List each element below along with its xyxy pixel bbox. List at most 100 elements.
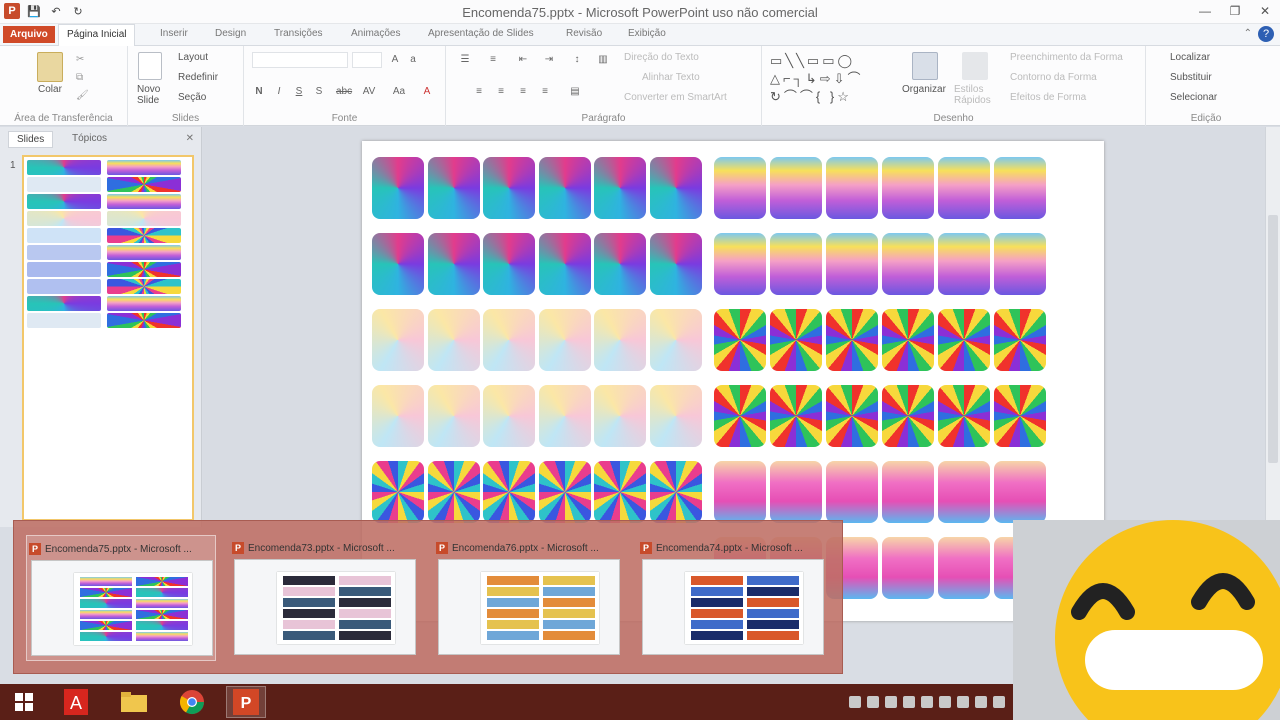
tile-left[interactable]	[483, 385, 535, 447]
font-color-icon[interactable]: A	[420, 86, 434, 98]
tile-right[interactable]	[938, 157, 990, 219]
tab-review[interactable]: Revisão	[566, 28, 602, 39]
tab-design[interactable]: Design	[215, 28, 246, 39]
tile-right[interactable]	[714, 157, 766, 219]
spacing-icon[interactable]: AV	[362, 86, 376, 98]
tile-left[interactable]	[538, 233, 591, 295]
tile-right[interactable]	[994, 309, 1046, 371]
tile-right[interactable]	[994, 233, 1046, 295]
tile-right[interactable]	[994, 157, 1046, 219]
arrange-button[interactable]: Organizar	[902, 84, 946, 95]
tab-file[interactable]: Arquivo	[3, 26, 55, 43]
section-button[interactable]: Seção	[178, 92, 206, 103]
tile-right[interactable]	[938, 385, 990, 447]
tile-right[interactable]	[826, 309, 878, 371]
tray-icon-7[interactable]	[957, 696, 969, 708]
tile-left[interactable]	[427, 385, 480, 447]
tray-icon-5[interactable]	[921, 696, 933, 708]
tile-left[interactable]	[483, 233, 535, 295]
change-case-icon[interactable]: Aa	[392, 86, 406, 98]
tab-slideshow[interactable]: Apresentação de Slides	[428, 28, 534, 39]
align-center-icon[interactable]: ≡	[494, 86, 508, 98]
tile-right[interactable]	[770, 461, 822, 523]
tab-home[interactable]: Página Inicial	[58, 24, 136, 47]
tile-left[interactable]	[427, 233, 480, 295]
tile-left[interactable]	[594, 461, 646, 523]
shadow-icon[interactable]: S	[312, 86, 326, 98]
tile-left[interactable]	[427, 461, 480, 523]
select-button[interactable]: Selecionar	[1170, 92, 1217, 103]
find-button[interactable]: Localizar	[1170, 52, 1210, 63]
tile-right[interactable]	[938, 309, 990, 371]
window-preview-2[interactable]: P Encomenda73.pptx - Microsoft ...	[230, 535, 420, 661]
tray-icon-8[interactable]	[975, 696, 987, 708]
increase-indent-icon[interactable]: ⇥	[542, 54, 556, 66]
window-preview-4[interactable]: P Encomenda74.pptx - Microsoft ...	[638, 535, 828, 661]
tile-right[interactable]	[882, 309, 934, 371]
chrome-icon[interactable]	[172, 686, 212, 718]
decrease-indent-icon[interactable]: ⇤	[516, 54, 530, 66]
smartart-button[interactable]: Converter em SmartArt	[624, 92, 727, 103]
tile-right[interactable]	[938, 461, 990, 523]
folder-icon[interactable]	[114, 686, 154, 718]
window-preview-1[interactable]: P Encomenda75.pptx - Microsoft ...	[26, 535, 216, 661]
tile-left[interactable]	[538, 309, 591, 371]
tile-right[interactable]	[770, 309, 822, 371]
adobe-icon[interactable]: A	[56, 686, 96, 718]
tray-icon-2[interactable]	[867, 696, 879, 708]
tile-right[interactable]	[994, 385, 1046, 447]
tile-left[interactable]	[483, 157, 535, 219]
tile-right[interactable]	[826, 385, 878, 447]
tray-icon-6[interactable]	[939, 696, 951, 708]
quick-styles-button[interactable]: Estilos Rápidos	[954, 84, 994, 106]
tile-right[interactable]	[882, 461, 934, 523]
tile-left[interactable]	[649, 309, 702, 371]
tile-left[interactable]	[372, 309, 424, 371]
tile-left[interactable]	[594, 157, 646, 219]
tile-right[interactable]	[826, 157, 878, 219]
bold-icon[interactable]: N	[252, 86, 266, 98]
tray-icon-9[interactable]	[993, 696, 1005, 708]
format-painter-icon[interactable]: 🖌	[76, 90, 89, 101]
tile-right[interactable]	[770, 385, 822, 447]
tab-slides[interactable]: Slides	[8, 131, 54, 148]
tile-right[interactable]	[714, 309, 766, 371]
tile-left[interactable]	[372, 233, 424, 295]
tile-left[interactable]	[538, 461, 591, 523]
align-right-icon[interactable]: ≡	[516, 86, 530, 98]
tile-left[interactable]	[372, 157, 424, 219]
panel-close-icon[interactable]: ✕	[186, 133, 194, 144]
shapes-gallery[interactable]: ▭╲╲▭▭◯ △⌐┐↳⇨⇩⌒ ↻⌒⌒{ }☆	[770, 52, 888, 106]
tile-right[interactable]	[882, 537, 934, 599]
justify-icon[interactable]: ≡	[538, 86, 552, 98]
help-icon[interactable]: ?	[1258, 26, 1274, 42]
columns-icon[interactable]: ▥	[596, 54, 610, 66]
cut-icon[interactable]: ✂	[76, 54, 84, 65]
tile-left[interactable]	[538, 385, 591, 447]
tile-right[interactable]	[882, 157, 934, 219]
shape-fill-button[interactable]: Preenchimento da Forma	[1010, 52, 1123, 63]
maximize-icon[interactable]: ❐	[1220, 0, 1250, 22]
shape-outline-button[interactable]: Contorno da Forma	[1010, 72, 1097, 83]
paste-button[interactable]: Colar	[38, 84, 62, 95]
tray-icon-3[interactable]	[885, 696, 897, 708]
italic-icon[interactable]: I	[272, 86, 286, 98]
tile-right[interactable]	[826, 233, 878, 295]
shape-effects-button[interactable]: Efeitos de Forma	[1010, 92, 1086, 103]
line-spacing-icon[interactable]: ↕	[570, 54, 584, 66]
tile-right[interactable]	[938, 537, 990, 599]
tile-left[interactable]	[538, 157, 591, 219]
tray-icon-4[interactable]	[903, 696, 915, 708]
tile-left[interactable]	[594, 233, 646, 295]
minimize-icon[interactable]: —	[1190, 0, 1220, 22]
tile-left[interactable]	[372, 461, 424, 523]
new-slide-button[interactable]: Novo Slide	[137, 84, 167, 106]
underline-icon[interactable]: S	[292, 86, 306, 98]
tile-right[interactable]	[770, 233, 822, 295]
replace-button[interactable]: Substituir	[1170, 72, 1212, 83]
text-direction-button[interactable]: Direção do Texto	[624, 52, 699, 63]
tile-left[interactable]	[427, 309, 480, 371]
strikethrough-icon[interactable]: abc	[336, 86, 352, 98]
tile-right[interactable]	[882, 233, 934, 295]
font-name-field[interactable]	[252, 52, 348, 68]
